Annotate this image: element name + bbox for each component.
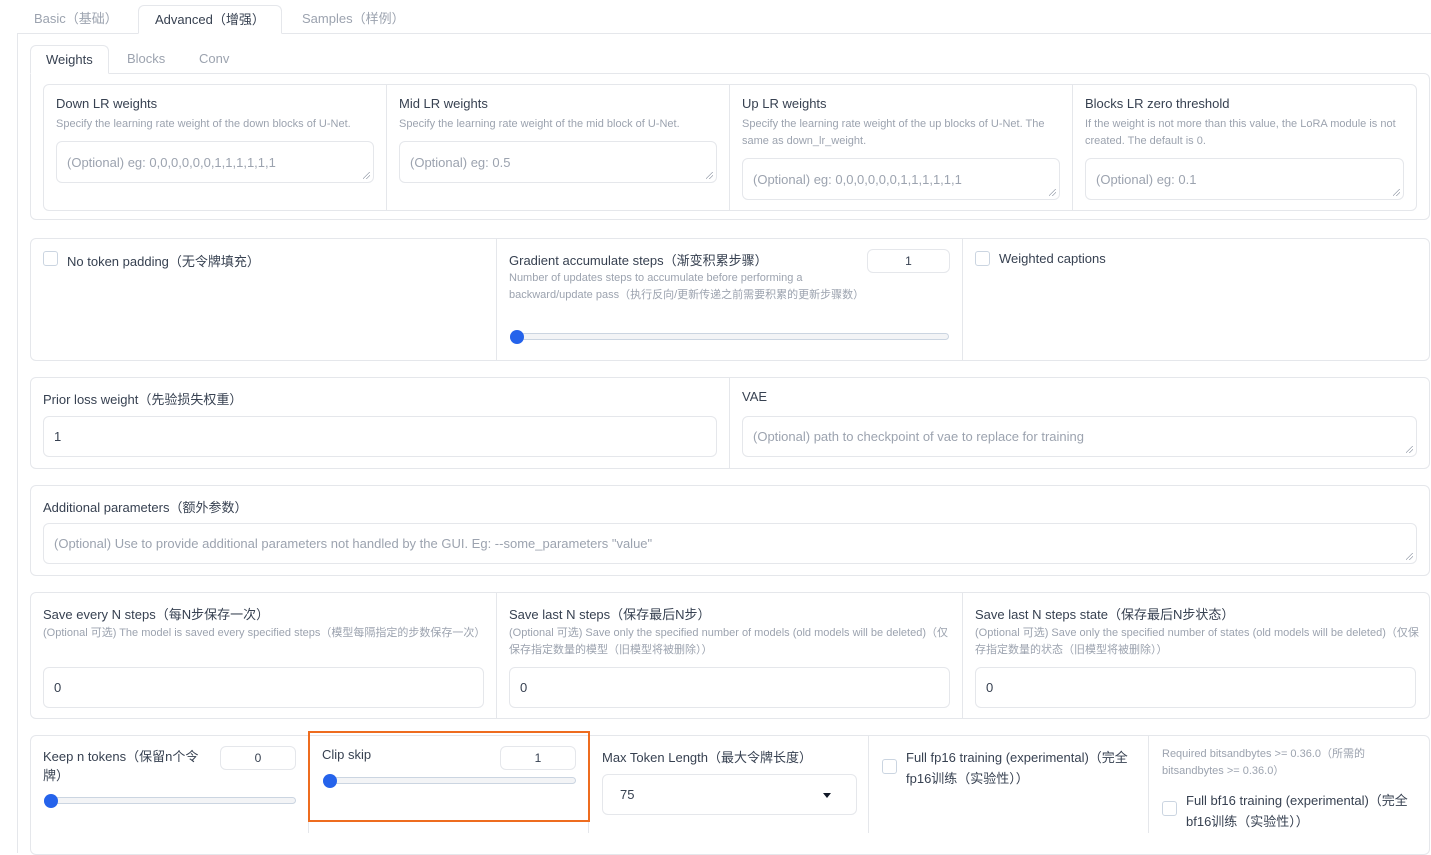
save-last-n-steps-info: (Optional 可选) Save only the specified nu… <box>509 627 948 656</box>
blocks-lr-zero-threshold-input[interactable]: (Optional) eg: 0.1 <box>1085 158 1404 200</box>
divider <box>496 593 497 718</box>
mid-lr-weights-info: Specify the learning rate weight of the … <box>399 118 680 130</box>
save-every-n-steps-input[interactable]: 0 <box>43 667 484 708</box>
gradient-accumulate-steps-number[interactable]: 1 <box>867 249 950 273</box>
save-last-n-steps-state-label: Save last N steps state（保存最后N步状态） <box>975 607 1235 622</box>
up-lr-weights-input[interactable]: (Optional) eg: 0,0,0,0,0,0,1,1,1,1,1,1 <box>742 158 1060 200</box>
divider <box>729 85 730 210</box>
divider <box>496 239 497 360</box>
max-token-length-label: Max Token Length（最大令牌长度） <box>602 750 812 765</box>
tab-samples[interactable]: Samples（样例） <box>286 5 421 34</box>
tab-basic[interactable]: Basic（基础） <box>18 5 134 34</box>
save-every-n-steps-info: (Optional 可选) The model is saved every s… <box>43 627 486 639</box>
divider <box>386 85 387 210</box>
gradient-accumulate-steps-info: Number of updates steps to accumulate be… <box>509 272 865 301</box>
divider <box>729 378 730 468</box>
keep-n-tokens-label: Keep n tokens（保留n个令牌） <box>43 749 199 783</box>
save-last-n-steps-state-input[interactable]: 0 <box>975 667 1416 708</box>
keep-n-tokens-number[interactable]: 0 <box>220 746 296 770</box>
vae-label: VAE <box>742 389 768 404</box>
down-lr-weights-info: Specify the learning rate weight of the … <box>56 118 351 130</box>
divider <box>1148 736 1149 833</box>
mid-lr-weights-input[interactable]: (Optional) eg: 0.5 <box>399 141 717 183</box>
save-last-n-steps-label: Save last N steps（保存最后N步） <box>509 607 711 622</box>
full-fp16-checkbox[interactable] <box>882 759 897 774</box>
weighted-captions-label: Weighted captions <box>999 251 1106 266</box>
gradient-accumulate-steps-slider-thumb[interactable] <box>510 330 524 344</box>
prior-loss-weight-input[interactable]: 1 <box>43 416 717 457</box>
no-token-padding-checkbox[interactable] <box>43 251 58 266</box>
max-token-length-dropdown[interactable]: 75 <box>602 774 857 815</box>
additional-parameters-label: Additional parameters（额外参数） <box>43 500 248 515</box>
mid-lr-weights-label: Mid LR weights <box>399 96 488 111</box>
divider <box>868 736 869 833</box>
no-token-padding-label: No token padding（无令牌填充） <box>67 254 260 269</box>
full-bf16-info: Required bitsandbytes >= 0.36.0（所需的bitsa… <box>1162 748 1366 777</box>
vae-path-input[interactable]: (Optional) path to checkpoint of vae to … <box>742 416 1417 457</box>
divider <box>962 239 963 360</box>
tab-weights[interactable]: Weights <box>30 45 109 74</box>
chevron-down-icon <box>823 793 831 798</box>
gradient-accumulate-steps-slider[interactable] <box>510 333 949 340</box>
blocks-lr-zero-threshold-info: If the weight is not more than this valu… <box>1085 118 1396 147</box>
tab-blocks[interactable]: Blocks <box>112 45 180 74</box>
down-lr-weights-label: Down LR weights <box>56 96 158 111</box>
prior-loss-weight-label: Prior loss weight（先验损失权重） <box>43 392 243 407</box>
blocks-lr-zero-threshold-label: Blocks LR zero threshold <box>1085 96 1230 111</box>
gradient-accumulate-steps-label: Gradient accumulate steps（渐变积累步骤） <box>509 253 768 268</box>
full-fp16-label: Full fp16 training (experimental)（完全fp16… <box>906 750 1128 786</box>
save-last-n-steps-state-info: (Optional 可选) Save only the specified nu… <box>975 627 1419 656</box>
full-bf16-label: Full bf16 training (experimental)（完全bf16… <box>1186 793 1408 829</box>
save-last-n-steps-input[interactable]: 0 <box>509 667 950 708</box>
weighted-captions-checkbox[interactable] <box>975 251 990 266</box>
up-lr-weights-label: Up LR weights <box>742 96 827 111</box>
max-token-length-value: 75 <box>620 787 635 802</box>
keep-n-tokens-slider-thumb[interactable] <box>44 794 58 808</box>
divider <box>1072 85 1073 210</box>
keep-n-tokens-slider[interactable] <box>44 797 296 804</box>
full-bf16-checkbox[interactable] <box>1162 801 1177 816</box>
save-every-n-steps-label: Save every N steps（每N步保存一次） <box>43 607 270 622</box>
tab-advanced[interactable]: Advanced（增强） <box>138 5 282 34</box>
up-lr-weights-info: Specify the learning rate weight of the … <box>742 118 1045 147</box>
additional-parameters-input[interactable]: (Optional) Use to provide additional par… <box>43 523 1417 564</box>
tab-conv[interactable]: Conv <box>184 45 244 74</box>
clip-skip-highlight <box>308 731 590 822</box>
divider <box>962 593 963 718</box>
down-lr-weights-input[interactable]: (Optional) eg: 0,0,0,0,0,0,1,1,1,1,1,1 <box>56 141 374 183</box>
